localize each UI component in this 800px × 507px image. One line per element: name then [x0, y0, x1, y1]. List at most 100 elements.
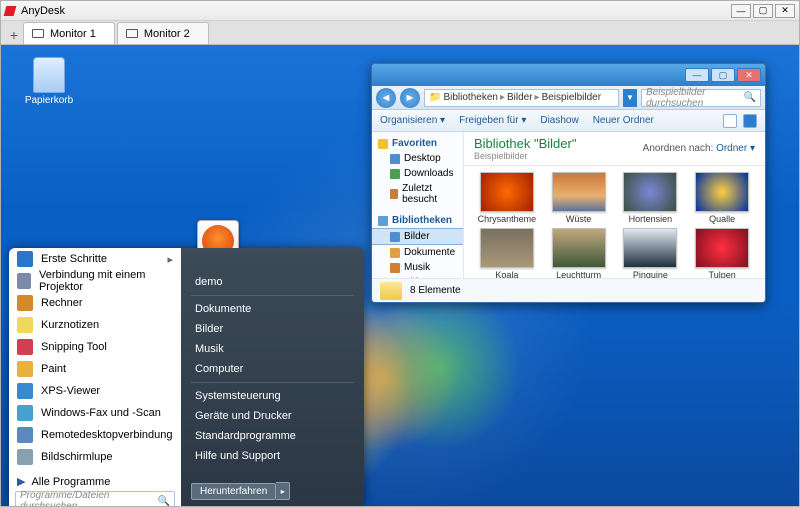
thumbnail-label: Leuchtturm [546, 270, 612, 278]
start-right-item[interactable]: Dokumente [181, 299, 364, 319]
start-item[interactable]: Remotedesktopverbindung [9, 424, 181, 446]
nav-back-button[interactable]: ◄ [376, 88, 396, 108]
explorer-minimize-button[interactable]: — [685, 68, 709, 82]
start-item[interactable]: Erste Schritte▸ [9, 248, 181, 270]
explorer-sidebar: Favoriten Desktop Downloads Zuletzt besu… [372, 132, 464, 278]
monitor-icon [126, 29, 138, 38]
thumbnail[interactable]: Qualle [689, 172, 755, 224]
arrange-dropdown[interactable]: Ordner ▾ [716, 143, 755, 154]
submenu-arrow-icon: ▸ [107, 253, 173, 266]
start-right-item[interactable]: Bilder [181, 319, 364, 339]
shutdown-button[interactable]: Herunterfahren [191, 483, 276, 500]
sidebar-musik[interactable]: Musik [372, 260, 463, 275]
start-right-item[interactable]: Musik [181, 339, 364, 359]
titlebar[interactable]: AnyDesk — ▢ ✕ [1, 1, 799, 21]
pictures-icon [390, 232, 400, 242]
explorer-maximize-button[interactable]: ▢ [711, 68, 735, 82]
recycle-bin[interactable]: Papierkorb [19, 57, 79, 106]
library-icon [378, 216, 388, 226]
tab-label: Monitor 1 [50, 28, 96, 40]
libraries-header[interactable]: Bibliotheken [372, 213, 463, 228]
thumbnail-image [623, 228, 677, 268]
tab-monitor-1[interactable]: Monitor 1 [23, 22, 115, 44]
thumbnail[interactable]: Koala [474, 228, 540, 278]
start-right-item[interactable]: demo [181, 272, 364, 292]
remote-desktop[interactable]: Papierkorb — ▢ ✕ ◄ ► 📁 Bibliotheken▸ Bil… [1, 45, 799, 506]
thumbnail-label: Koala [474, 270, 540, 278]
thumbnail[interactable]: Hortensien [618, 172, 684, 224]
organize-menu[interactable]: Organisieren ▾ [380, 115, 445, 126]
help-button[interactable] [743, 114, 757, 128]
app-title: AnyDesk [21, 5, 65, 17]
start-right-item[interactable]: Hilfe und Support [181, 446, 364, 466]
status-text: 8 Elemente [410, 285, 461, 296]
search-icon: 🔍 [158, 496, 170, 507]
thumbnail[interactable]: Pinguine [618, 228, 684, 278]
thumbnail[interactable]: Tulpen [689, 228, 755, 278]
minimize-button[interactable]: — [731, 4, 751, 18]
thumbnail-image [695, 228, 749, 268]
slideshow-button[interactable]: Diashow [540, 115, 578, 126]
nav-forward-button[interactable]: ► [400, 88, 420, 108]
thumbnail-label: Chrysantheme [474, 214, 540, 224]
sidebar-bilder[interactable]: Bilder [372, 228, 463, 245]
explorer-titlebar[interactable]: — ▢ ✕ [372, 64, 765, 86]
thumbnail-label: Pinguine [618, 270, 684, 278]
start-item[interactable]: Windows-Fax und -Scan [9, 402, 181, 424]
start-right-item[interactable]: Computer [181, 359, 364, 379]
start-menu-left: Erste Schritte▸Verbindung mit einem Proj… [9, 248, 181, 506]
explorer-close-button[interactable]: ✕ [737, 68, 761, 82]
shutdown-dropdown[interactable]: ▸ [276, 482, 290, 500]
breadcrumb-item[interactable]: Bilder [507, 92, 533, 103]
start-search-input[interactable]: Programme/Dateien durchsuchen 🔍 [15, 491, 175, 506]
explorer-window[interactable]: — ▢ ✕ ◄ ► 📁 Bibliotheken▸ Bilder▸ Beispi… [371, 63, 766, 303]
library-subtitle: Beispielbilder [474, 151, 576, 161]
start-item[interactable]: XPS-Viewer [9, 380, 181, 402]
close-button[interactable]: ✕ [775, 4, 795, 18]
recycle-bin-label: Papierkorb [19, 95, 79, 106]
start-right-item[interactable]: Standardprogramme [181, 426, 364, 446]
anydesk-window: AnyDesk — ▢ ✕ + Monitor 1 Monitor 2 Papi… [0, 0, 800, 507]
start-item[interactable]: Kurznotizen [9, 314, 181, 336]
tab-monitor-2[interactable]: Monitor 2 [117, 22, 209, 44]
start-item[interactable]: Rechner [9, 292, 181, 314]
folder-icon: 📁 [429, 92, 441, 103]
breadcrumb-dropdown[interactable]: ▼ [623, 89, 637, 107]
breadcrumb-item[interactable]: Beispielbilder [542, 92, 601, 103]
monitor-icon [32, 29, 44, 38]
sidebar-desktop[interactable]: Desktop [372, 151, 463, 166]
app-icon [17, 251, 33, 267]
view-mode-button[interactable] [723, 114, 737, 128]
start-item-label: Verbindung mit einem Projektor [39, 269, 173, 293]
start-item[interactable]: Verbindung mit einem Projektor [9, 270, 181, 292]
sidebar-downloads[interactable]: Downloads [372, 166, 463, 181]
tab-label: Monitor 2 [144, 28, 190, 40]
sidebar-dokumente[interactable]: Dokumente [372, 245, 463, 260]
thumbnail[interactable]: Leuchtturm [546, 228, 612, 278]
thumbnail[interactable]: Chrysantheme [474, 172, 540, 224]
maximize-button[interactable]: ▢ [753, 4, 773, 18]
sidebar-recent[interactable]: Zuletzt besucht [372, 181, 463, 207]
new-tab-button[interactable]: + [5, 26, 23, 44]
start-item[interactable]: Bildschirmlupe [9, 446, 181, 468]
explorer-navbar: ◄ ► 📁 Bibliotheken▸ Bilder▸ Beispielbild… [372, 86, 765, 110]
breadcrumb[interactable]: 📁 Bibliotheken▸ Bilder▸ Beispielbilder [424, 89, 619, 107]
breadcrumb-item[interactable]: Bibliotheken [443, 92, 497, 103]
start-item[interactable]: Paint [9, 358, 181, 380]
app-icon [17, 405, 33, 421]
start-right-item[interactable]: Geräte und Drucker [181, 406, 364, 426]
start-item-label: Bildschirmlupe [41, 451, 113, 463]
start-right-item[interactable]: Systemsteuerung [181, 386, 364, 406]
new-folder-button[interactable]: Neuer Ordner [593, 115, 654, 126]
share-menu[interactable]: Freigeben für ▾ [459, 115, 526, 126]
explorer-search-input[interactable]: Beispielbilder durchsuchen 🔍 [641, 89, 761, 107]
start-item[interactable]: Snipping Tool [9, 336, 181, 358]
favorites-header[interactable]: Favoriten [372, 136, 463, 151]
thumbnail-image [552, 172, 606, 212]
all-programs[interactable]: ▶ Alle Programme [9, 472, 181, 491]
library-header: Bibliothek "Bilder" Beispielbilder Anord… [464, 132, 765, 166]
thumbnail-label: Qualle [689, 214, 755, 224]
thumbnail-image [552, 228, 606, 268]
thumbnail[interactable]: Wüste [546, 172, 612, 224]
remote-viewport[interactable]: Papierkorb — ▢ ✕ ◄ ► 📁 Bibliotheken▸ Bil… [1, 45, 799, 506]
